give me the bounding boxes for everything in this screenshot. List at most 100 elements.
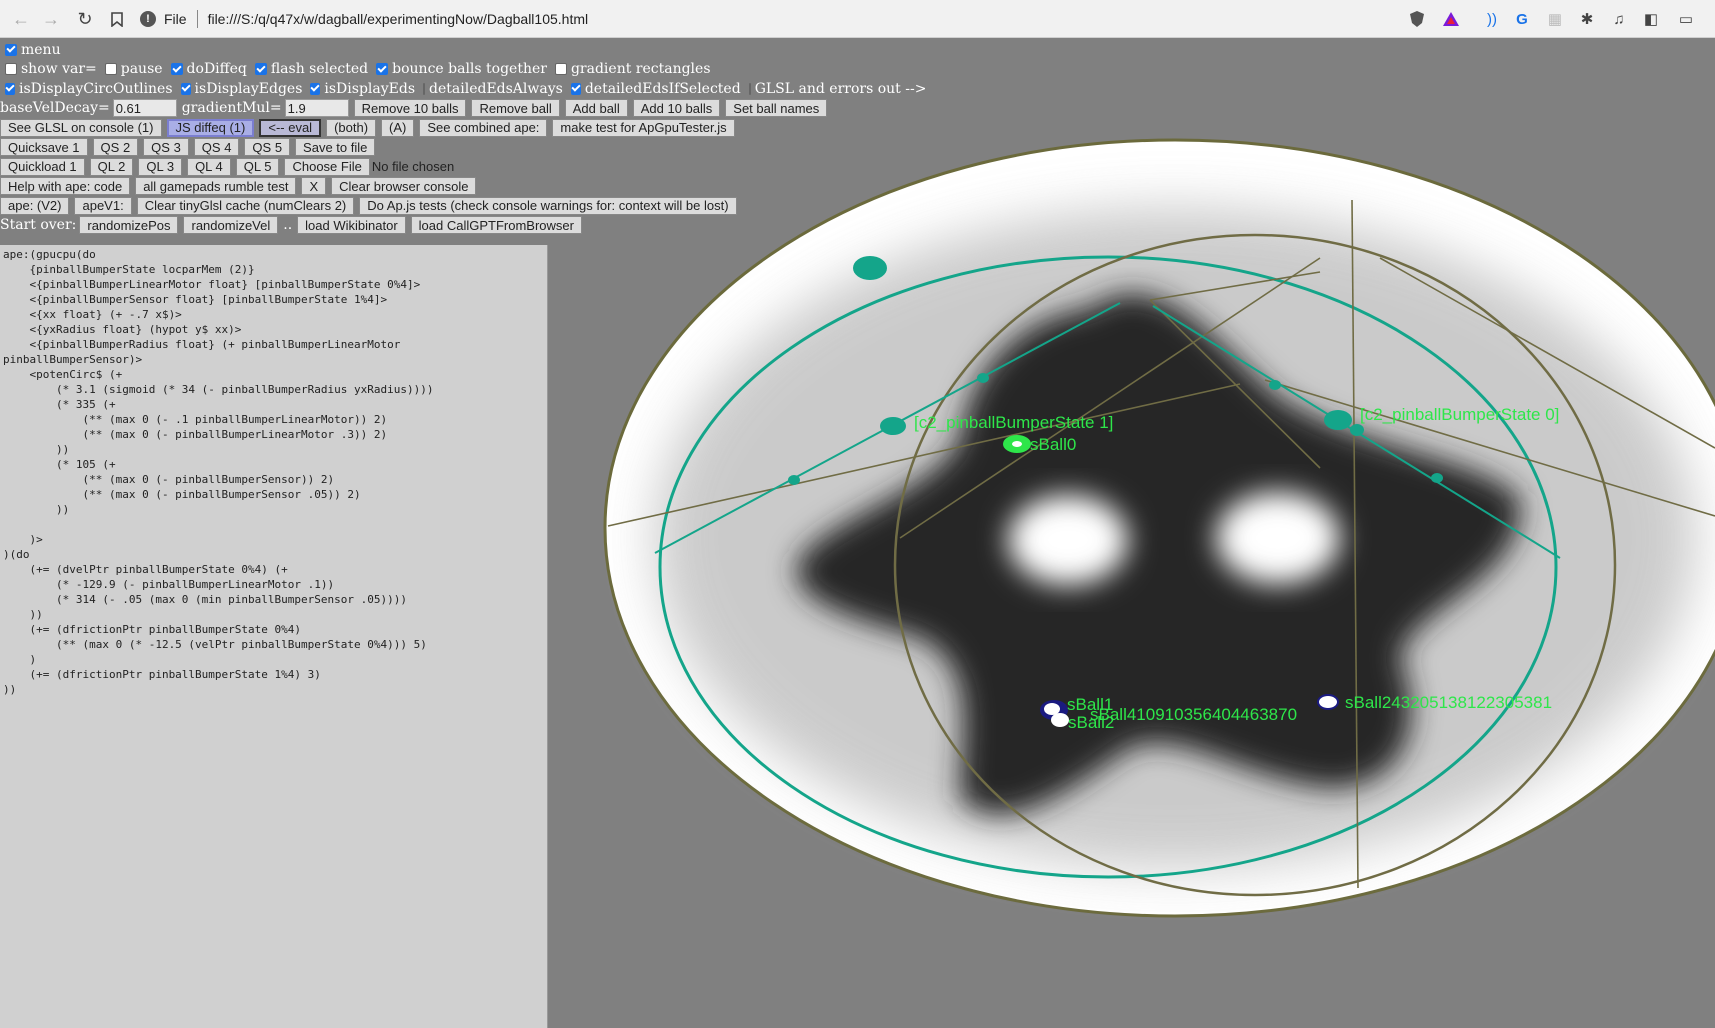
- url-scheme: File: [164, 11, 187, 27]
- make-test-button[interactable]: make test for ApGpuTester.js: [552, 118, 735, 137]
- add-10-balls-button[interactable]: Add 10 balls: [632, 99, 721, 118]
- options-row-2: isDisplayCircOutlines isDisplayEdges isD…: [0, 79, 926, 99]
- load-callgpt-button[interactable]: load CallGPTFromBrowser: [410, 216, 582, 235]
- url-divider: [196, 10, 198, 28]
- start-over-label: Start over:: [0, 217, 77, 234]
- ql-2-button[interactable]: QL 2: [89, 157, 134, 176]
- glsl-errors-label: GLSL and errors out -->: [754, 80, 927, 97]
- ball1-core: [1044, 703, 1060, 715]
- rumble-test-button[interactable]: all gamepads rumble test: [135, 177, 297, 196]
- remove-10-balls-button[interactable]: Remove 10 balls: [353, 99, 467, 118]
- do-diffeq-checkbox[interactable]: [170, 63, 183, 76]
- controls-panel: menu show var= pause doDiffeq flash sele…: [0, 40, 926, 236]
- see-glsl-button[interactable]: See GLSL on console (1): [0, 118, 162, 137]
- base-vel-decay-input[interactable]: 0.61: [112, 99, 177, 118]
- wallet-icon[interactable]: ▭: [1676, 9, 1696, 29]
- load-wikibinator-button[interactable]: load Wikibinator: [297, 216, 406, 235]
- site-info-icon[interactable]: !: [140, 11, 156, 27]
- menu-checkbox[interactable]: [5, 43, 17, 56]
- bookmark-icon[interactable]: [102, 4, 132, 34]
- extension-icon[interactable]: ▦: [1545, 9, 1565, 29]
- add-ball-button[interactable]: Add ball: [564, 99, 628, 118]
- read-aloud-icon[interactable]: )): [1482, 9, 1502, 29]
- bounce-checkbox[interactable]: [376, 63, 389, 76]
- bumper-hole-right: [1216, 492, 1340, 584]
- url-text: file:///S:/q/q47x/w/dagball/experimentin…: [207, 11, 589, 27]
- both-button[interactable]: (both): [326, 118, 377, 137]
- display-edges-checkbox[interactable]: [180, 82, 191, 95]
- bounce-label: bounce balls together: [392, 61, 547, 78]
- media-icon[interactable]: ♫: [1609, 9, 1629, 29]
- js-diffeq-button[interactable]: JS diffeq (1): [166, 118, 255, 137]
- save-to-file-button[interactable]: Save to file: [295, 138, 376, 157]
- x-button[interactable]: X: [301, 177, 327, 196]
- gradient-checkbox[interactable]: [554, 63, 567, 76]
- clear-console-button[interactable]: Clear browser console: [331, 177, 477, 196]
- start-over-row: Start over: randomizePos randomizeVel ..…: [0, 216, 920, 236]
- detailed-always-checkbox[interactable]: [423, 82, 426, 95]
- ap-tests-button[interactable]: Do Ap.js tests (check console warnings f…: [359, 196, 737, 215]
- ape-v1-button[interactable]: apeV1:: [74, 196, 132, 215]
- code-editor[interactable]: ape:(gpucpu(do {pinballBumperState locpa…: [0, 245, 548, 1028]
- circ-outlines-checkbox[interactable]: [5, 82, 15, 95]
- a-button[interactable]: (A): [381, 118, 415, 137]
- ql-3-button[interactable]: QL 3: [138, 157, 183, 176]
- flash-selected-checkbox[interactable]: [254, 63, 267, 76]
- quickload-1-button[interactable]: Quickload 1: [0, 157, 85, 176]
- state1-label: [c2_pinballBumperState 1]: [914, 413, 1113, 432]
- show-var-label: show var=: [21, 61, 97, 78]
- qs-3-button[interactable]: QS 3: [143, 138, 189, 157]
- glsl-errors-checkbox[interactable]: [748, 82, 751, 95]
- do-diffeq-label: doDiffeq: [186, 61, 247, 78]
- see-combined-ape-button[interactable]: See combined ape:: [419, 118, 548, 137]
- ball-a-label: sBall410910356404463870: [1090, 705, 1297, 724]
- help-row: Help with ape: code all gamepads rumble …: [0, 177, 920, 197]
- reload-icon[interactable]: ↻: [70, 4, 100, 34]
- eval-button[interactable]: <-- eval: [259, 118, 322, 137]
- flash-selected-label: flash selected: [270, 61, 369, 78]
- glsl-row: See GLSL on console (1) JS diffeq (1) <-…: [0, 118, 920, 138]
- ball0-label: sBall0: [1030, 435, 1076, 454]
- display-edges-label: isDisplayEdges: [194, 80, 303, 97]
- gradient-label: gradient rectangles: [570, 61, 711, 78]
- gradient-mul-input[interactable]: 1.9: [284, 99, 349, 118]
- ball2-label: sBall2: [1068, 713, 1114, 732]
- detailed-if-selected-checkbox[interactable]: [570, 82, 581, 95]
- ql-4-button[interactable]: QL 4: [187, 157, 231, 176]
- remove-ball-button[interactable]: Remove ball: [471, 99, 560, 118]
- no-file-label: No file chosen: [371, 159, 455, 175]
- back-icon[interactable]: ←: [6, 4, 36, 34]
- ball2-core: [1051, 713, 1069, 727]
- browser-toolbar: ← → ↻ ! File file:///S:/q/q47x/w/dagball…: [0, 0, 1715, 38]
- qs-5-button[interactable]: QS 5: [244, 138, 291, 157]
- address-bar[interactable]: ! File file:///S:/q/q47x/w/dagball/exper…: [140, 5, 1390, 33]
- choose-file-button[interactable]: Choose File: [284, 157, 370, 176]
- options-row-1: show var= pause doDiffeq flash selected …: [0, 60, 920, 80]
- sidebar-icon[interactable]: ◧: [1641, 9, 1661, 29]
- ape-v2-button[interactable]: ape: (V2): [0, 196, 70, 215]
- set-ball-names-button[interactable]: Set ball names: [725, 99, 828, 118]
- ellipsis-label: ..: [283, 217, 293, 234]
- randomize-pos-button[interactable]: randomizePos: [79, 216, 179, 235]
- puzzle-icon[interactable]: ✱: [1577, 9, 1597, 29]
- display-eds-label: isDisplayEds: [324, 80, 416, 97]
- brave-shield-icon[interactable]: [1407, 9, 1427, 29]
- translate-icon[interactable]: G: [1512, 9, 1532, 29]
- pause-checkbox[interactable]: [104, 63, 117, 76]
- quicksave-1-button[interactable]: Quicksave 1: [0, 138, 88, 157]
- state0-label: [c2_pinballBumperState 0]: [1360, 405, 1559, 424]
- params-row: baseVelDecay= 0.61 gradientMul= 1.9 Remo…: [0, 99, 920, 119]
- forward-icon[interactable]: →: [36, 4, 66, 34]
- help-ape-button[interactable]: Help with ape: code: [0, 177, 131, 196]
- qs-2-button[interactable]: QS 2: [92, 138, 139, 157]
- clear-cache-button[interactable]: Clear tinyGlsl cache (numClears 2): [136, 196, 355, 215]
- qs-4-button[interactable]: QS 4: [193, 138, 240, 157]
- base-vel-decay-label: baseVelDecay=: [0, 100, 110, 117]
- brave-rewards-icon[interactable]: [1441, 9, 1461, 29]
- ball-b-marker[interactable]: [1317, 694, 1339, 710]
- ql-5-button[interactable]: QL 5: [235, 157, 280, 176]
- show-var-checkbox[interactable]: [5, 63, 17, 76]
- randomize-vel-button[interactable]: randomizeVel: [183, 216, 279, 235]
- pause-label: pause: [120, 61, 163, 78]
- display-eds-checkbox[interactable]: [310, 82, 321, 95]
